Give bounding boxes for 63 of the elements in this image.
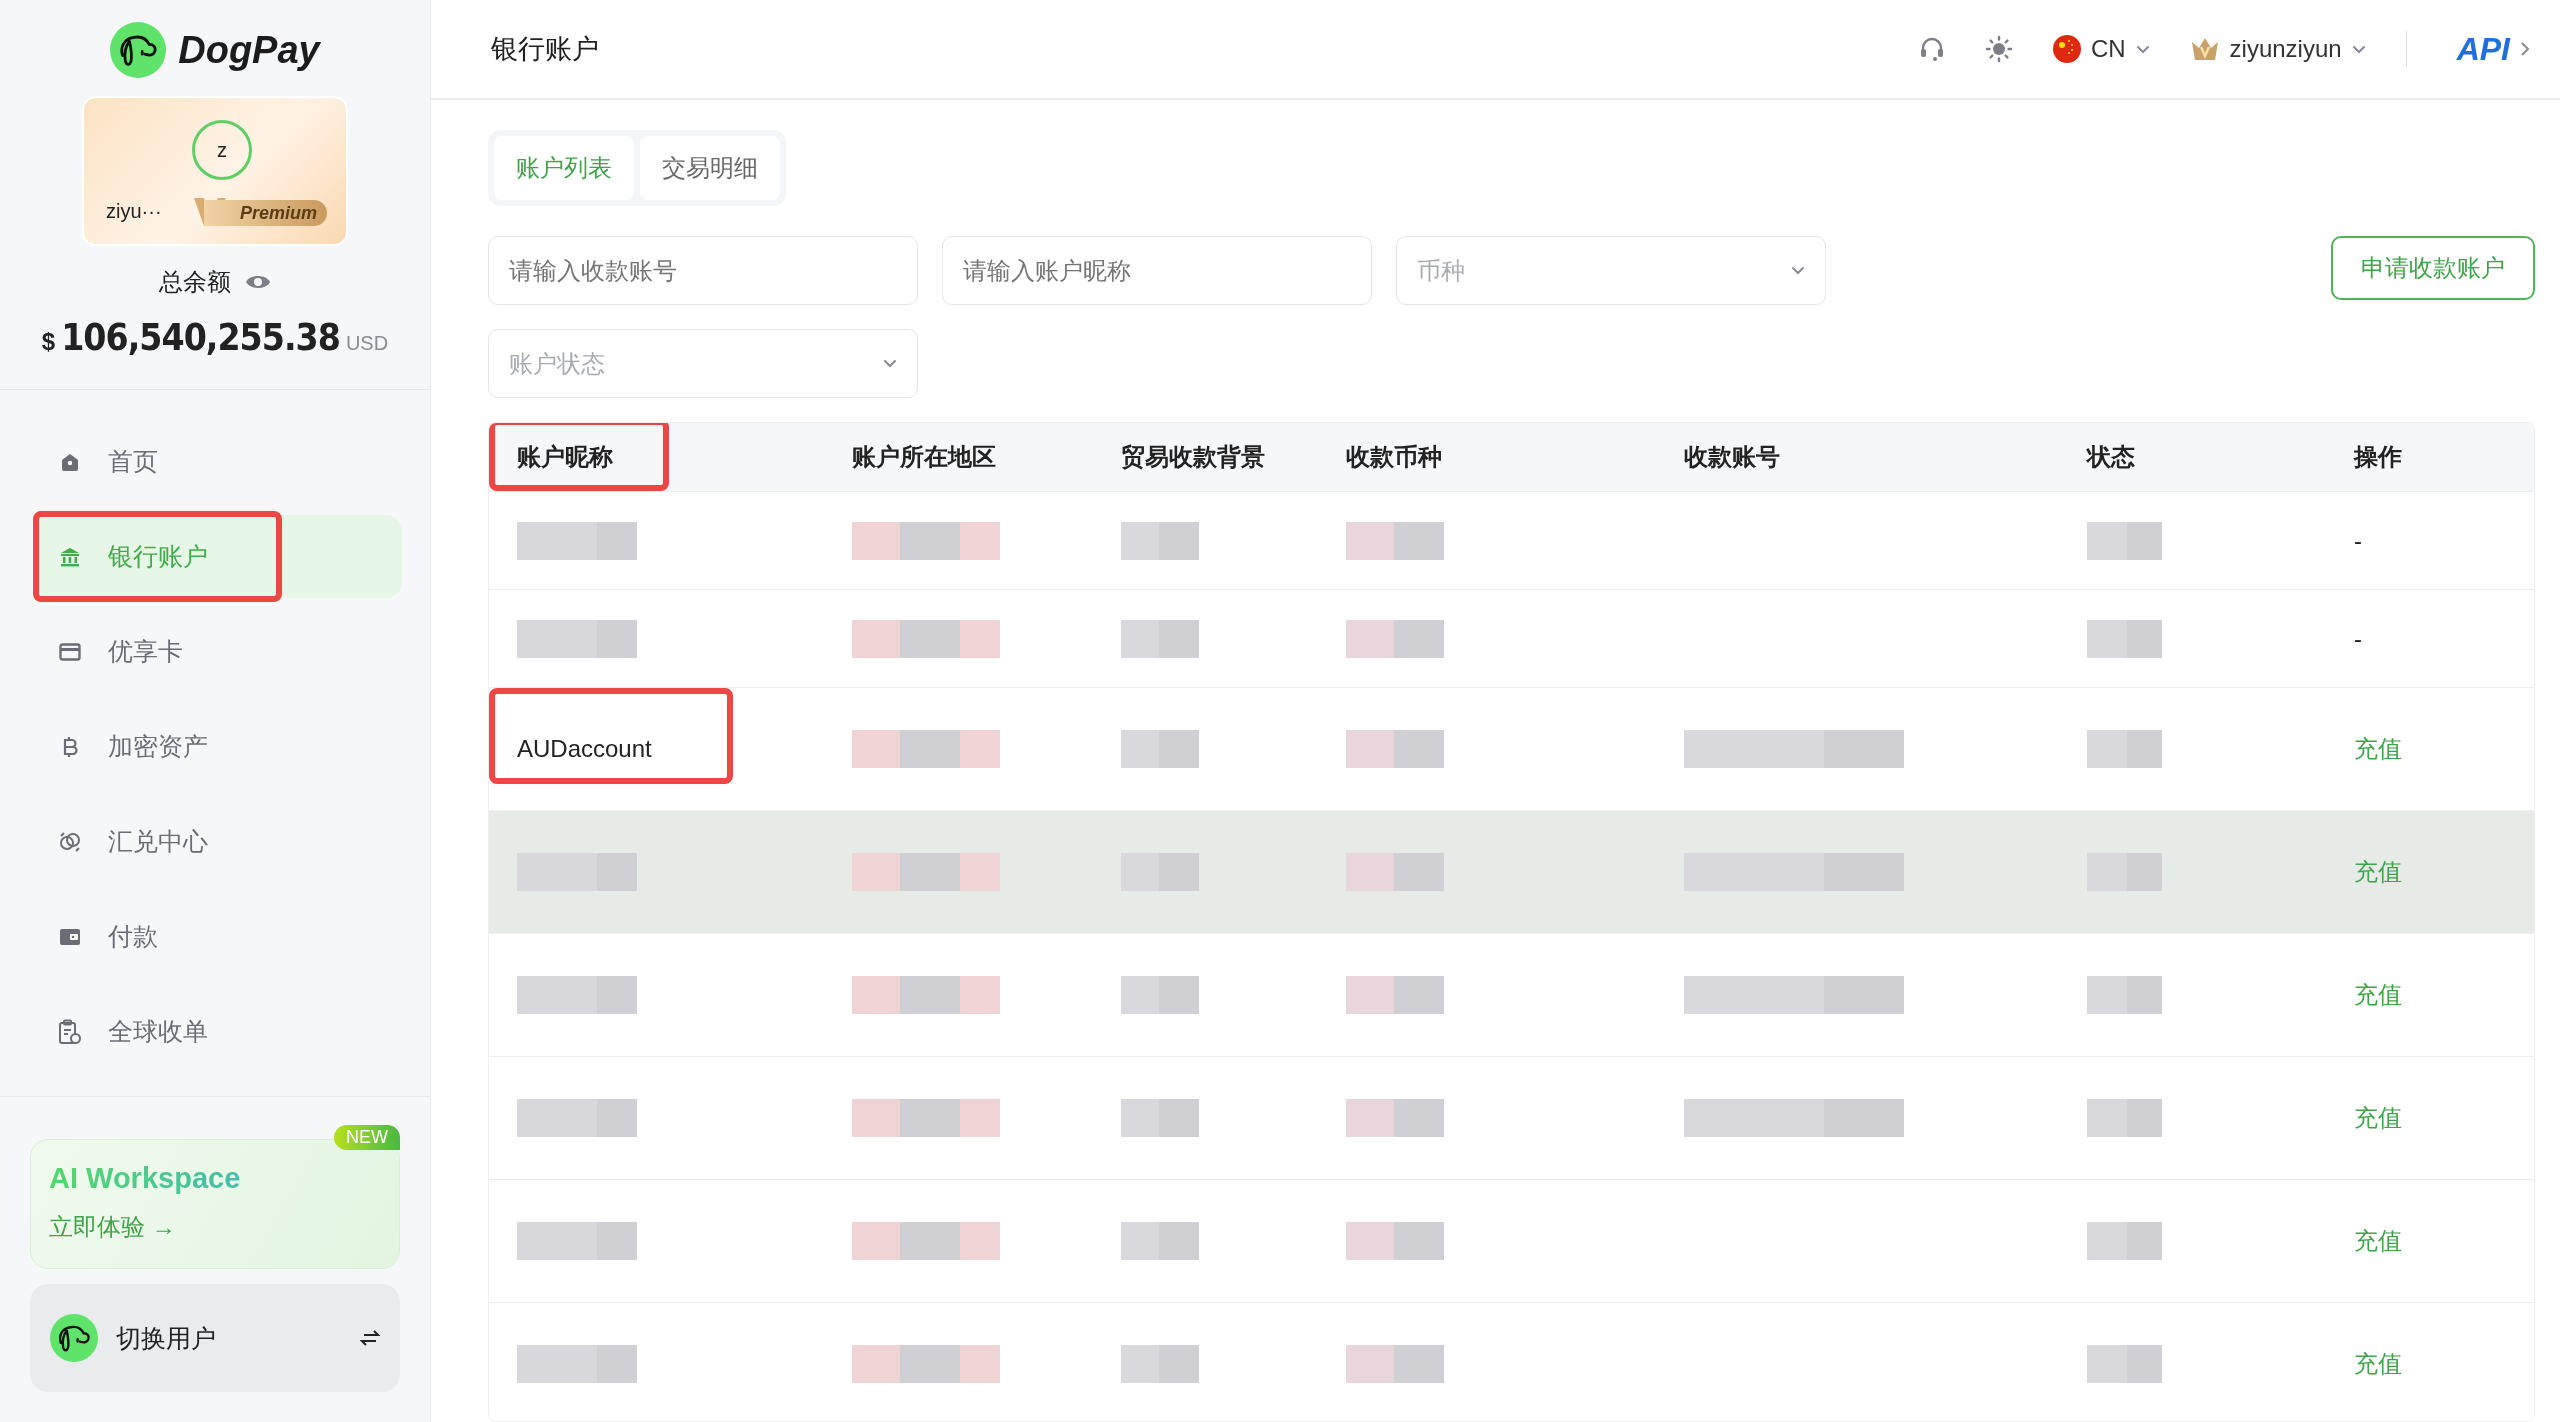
recharge-link[interactable]: 充值 — [2354, 733, 2402, 765]
nav-item[interactable]: 汇兑中心 — [33, 800, 402, 883]
receipt-icon — [58, 1018, 82, 1045]
api-link[interactable]: API — [2456, 30, 2510, 68]
dropdown[interactable]: 币种 — [1396, 236, 1826, 305]
exchange-icon — [58, 829, 82, 854]
search-field[interactable]: 请输入账户昵称 — [942, 236, 1372, 305]
nav-item[interactable]: 首页 — [33, 420, 402, 503]
brand-name: DogPay — [178, 28, 320, 72]
card-icon — [59, 642, 81, 661]
page-title: 银行账户 — [491, 33, 600, 66]
eye-icon[interactable] — [245, 274, 271, 290]
caret-icon — [883, 359, 897, 368]
nav-item[interactable]: 优享卡 — [33, 610, 402, 693]
nav-item[interactable]: 全球收单 — [33, 990, 402, 1073]
column-header: 账户所在地区 — [852, 442, 996, 472]
column-header: 收款账号 — [1684, 442, 1780, 472]
dog-logo-icon — [110, 22, 167, 78]
column-header: 状态 — [2087, 442, 2135, 472]
new-badge: NEW — [334, 1125, 400, 1150]
tab[interactable]: 交易明细 — [640, 136, 780, 200]
switch-user-button[interactable]: 切换用户 — [30, 1284, 400, 1392]
sun-icon[interactable] — [1984, 35, 2013, 63]
chevron-right-icon[interactable] — [2520, 41, 2530, 57]
user-menu[interactable]: ziyunziyun — [2189, 35, 2366, 63]
recharge-link[interactable]: 充值 — [2354, 1348, 2402, 1380]
recharge-link[interactable]: 充值 — [2354, 1225, 2402, 1257]
apply-account-button[interactable]: 申请收款账户 — [2331, 236, 2535, 300]
language-selector[interactable]: CN — [2052, 35, 2150, 63]
column-header: 收款币种 — [1346, 442, 1442, 472]
caret-icon — [2351, 44, 2366, 54]
bitcoin-icon — [62, 734, 78, 759]
wallet-icon — [59, 926, 81, 947]
tab[interactable]: 账户列表 — [494, 136, 634, 200]
column-header: 操作 — [2354, 442, 2402, 472]
dog-logo-icon — [50, 1314, 98, 1362]
try-now-link[interactable]: 立即体验 → — [49, 1211, 176, 1243]
table-cell: - — [2354, 624, 2362, 653]
recharge-link[interactable]: 充值 — [2354, 979, 2402, 1011]
crown-icon — [2189, 36, 2220, 62]
premium-badge: Premium — [204, 200, 328, 226]
column-header: 贸易收款背景 — [1121, 442, 1265, 472]
currency-symbol: $ — [41, 328, 56, 356]
user-name: ziyu··· — [106, 200, 162, 223]
caret-icon — [1791, 266, 1805, 275]
caret-icon — [2135, 44, 2150, 54]
balance-amount: 106,540,255.38 — [61, 316, 340, 359]
nav-item[interactable]: 付款 — [33, 895, 402, 978]
table-cell: - — [2354, 526, 2362, 555]
recharge-link[interactable]: 充值 — [2354, 1102, 2402, 1134]
table-cell: AUDaccount — [517, 735, 652, 763]
column-header: 账户昵称 — [517, 442, 613, 472]
search-field[interactable]: 请输入收款账号 — [488, 236, 918, 305]
recharge-link[interactable]: 充值 — [2354, 856, 2402, 888]
currency-code: USD — [345, 332, 389, 355]
bank-icon — [59, 545, 81, 568]
headset-icon[interactable] — [1918, 36, 1945, 62]
nav-item[interactable]: 加密资产 — [33, 705, 402, 788]
china-flag-icon — [2052, 35, 2081, 63]
dropdown[interactable]: 账户状态 — [488, 329, 918, 398]
balance-label: 总余额 — [159, 267, 231, 297]
avatar: z — [192, 120, 252, 180]
swap-icon — [360, 1330, 380, 1346]
